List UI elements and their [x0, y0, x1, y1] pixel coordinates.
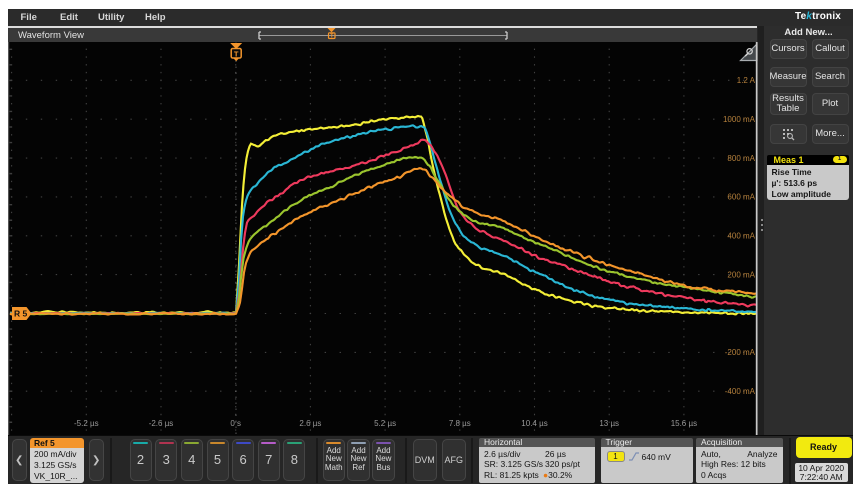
svg-text:0 s: 0 s — [230, 419, 241, 428]
svg-text:2.6 µs: 2.6 µs — [299, 419, 321, 428]
svg-text:7.8 µs: 7.8 µs — [449, 419, 471, 428]
svg-text:-200 mA: -200 mA — [725, 348, 756, 357]
svg-text:-400 mA: -400 mA — [725, 387, 756, 396]
svg-text:400 mA: 400 mA — [727, 231, 755, 240]
svg-text:5.2 µs: 5.2 µs — [374, 419, 396, 428]
svg-text:10.4 µs: 10.4 µs — [521, 419, 547, 428]
svg-text:R 5: R 5 — [14, 308, 28, 318]
svg-text:1000 mA: 1000 mA — [723, 115, 756, 124]
svg-text:600 mA: 600 mA — [727, 192, 755, 201]
svg-text:13 µs: 13 µs — [599, 419, 619, 428]
svg-text:200 mA: 200 mA — [727, 270, 755, 279]
svg-text:1.2 A: 1.2 A — [737, 76, 756, 85]
svg-text:15.6 µs: 15.6 µs — [671, 419, 697, 428]
svg-text:800 mA: 800 mA — [727, 153, 755, 162]
svg-text:T: T — [234, 49, 239, 58]
svg-text:-5.2 µs: -5.2 µs — [74, 419, 99, 428]
svg-text:-2.6 µs: -2.6 µs — [149, 419, 174, 428]
